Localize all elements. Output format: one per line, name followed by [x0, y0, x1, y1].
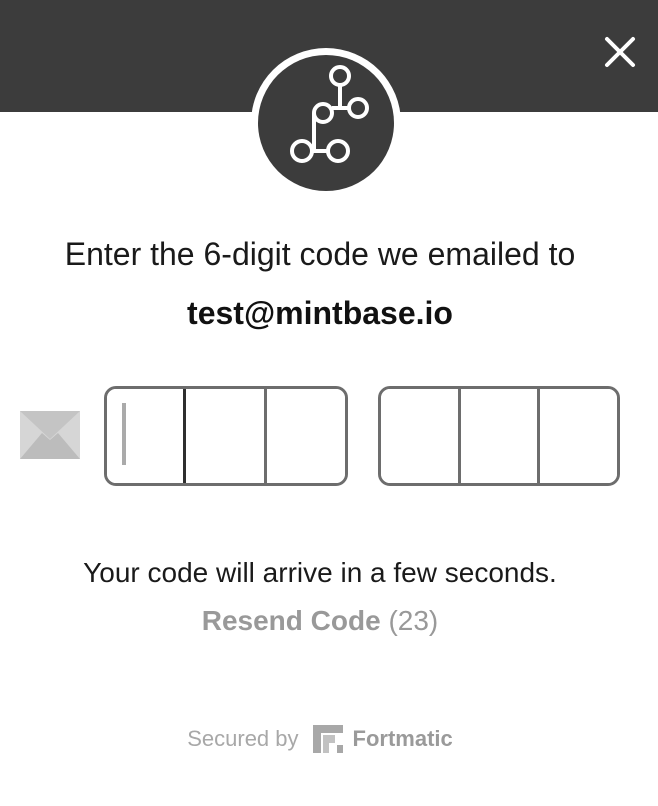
- close-button[interactable]: [602, 34, 638, 70]
- app-logo: [251, 48, 401, 198]
- resend-row: Resend Code (23): [0, 605, 640, 637]
- code-digit-6[interactable]: [540, 389, 617, 483]
- logo-badge: [258, 55, 394, 191]
- code-digit-5[interactable]: [460, 389, 541, 483]
- brand-name: Fortmatic: [352, 726, 453, 751]
- workflow-nodes-icon: [290, 65, 369, 163]
- arrival-notice: Your code will arrive in a few seconds.: [83, 557, 557, 588]
- code-digit-1[interactable]: [107, 389, 186, 483]
- fortmatic-logo-icon: [312, 725, 343, 753]
- text-caret: [122, 403, 126, 465]
- fortmatic-brand[interactable]: Fortmatic: [312, 725, 453, 753]
- verify-code-modal: Enter the 6-digit code we emailed to tes…: [0, 0, 658, 806]
- footer: Secured by Fortmatic: [0, 722, 640, 756]
- code-digit-3[interactable]: [267, 389, 345, 483]
- resend-code-button[interactable]: Resend Code: [202, 605, 381, 636]
- instruction-heading: Enter the 6-digit code we emailed to: [64, 236, 576, 272]
- code-digit-4[interactable]: [381, 389, 461, 483]
- code-digit-2[interactable]: [186, 389, 267, 483]
- email-address: test@mintbase.io: [187, 295, 453, 331]
- envelope-icon: [20, 411, 80, 459]
- code-input-group-second: [378, 386, 620, 486]
- resend-countdown: (23): [388, 605, 439, 636]
- secured-by-label: Secured by: [187, 726, 299, 751]
- close-icon[interactable]: [602, 34, 638, 70]
- code-input-group-first: [104, 386, 348, 486]
